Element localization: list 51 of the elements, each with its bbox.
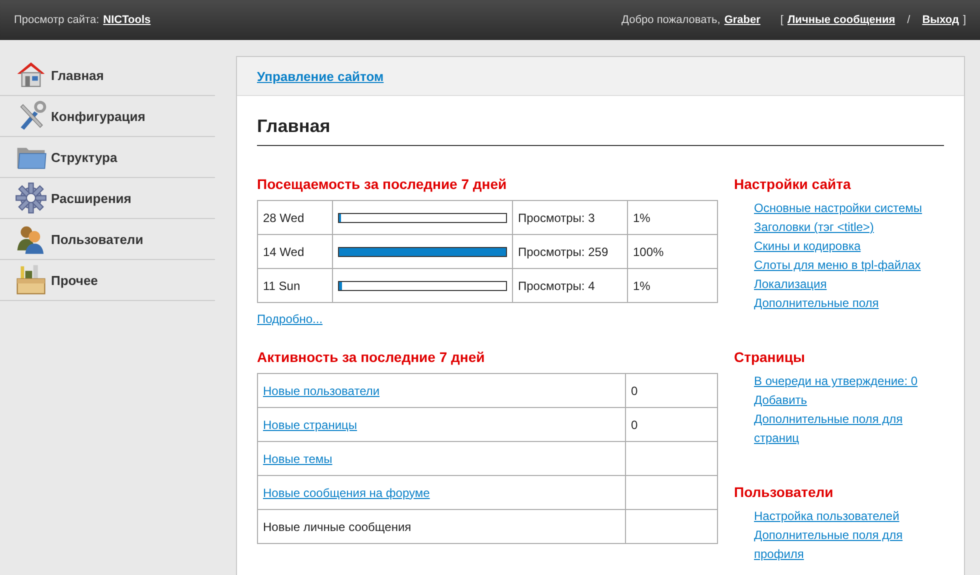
- welcome-text: Добро пожаловать,: [622, 14, 720, 26]
- section-heading: Страницы: [734, 349, 806, 365]
- site-link[interactable]: NICTools: [103, 14, 151, 26]
- bracket: [: [780, 14, 784, 26]
- settings-link[interactable]: Заголовки (тэг <title>): [754, 218, 939, 237]
- settings-link[interactable]: Дополнительные поля для страниц: [754, 410, 939, 448]
- sidebar-item[interactable]: Структура: [0, 137, 215, 178]
- activity-label: Новые личные сообщения: [263, 520, 412, 534]
- count-value: 0: [631, 418, 638, 432]
- details-link[interactable]: Подробно...: [257, 312, 323, 326]
- username-link[interactable]: Graber: [724, 14, 760, 26]
- table-cell: 1%: [628, 200, 718, 234]
- settings-link[interactable]: Локализация: [754, 275, 939, 294]
- settings-link[interactable]: Настройка пользователей: [754, 507, 939, 526]
- activity-link[interactable]: Новые страницы: [263, 418, 358, 432]
- section-heading: Настройки сайта: [734, 176, 852, 192]
- sidebar-item[interactable]: Прочее: [0, 260, 215, 301]
- breadcrumb-link[interactable]: Управление сайтом: [257, 68, 384, 84]
- settings-link[interactable]: Слоты для меню в tpl-файлах: [754, 256, 939, 275]
- table-cell: Просмотры: 259: [512, 234, 628, 268]
- section-heading: Пользователи: [734, 484, 834, 500]
- table-cell: 28 Wed: [258, 200, 332, 234]
- table-cell: Просмотры: 3: [512, 200, 628, 234]
- bracket: ]: [962, 14, 966, 26]
- table-cell: 1%: [628, 268, 718, 302]
- site-label: Просмотр сайта:: [14, 14, 100, 26]
- toolbox-icon: [15, 264, 47, 296]
- messages-link[interactable]: Личные сообщения: [787, 14, 896, 26]
- section-heading: Активность за последние 7 дней: [257, 349, 486, 365]
- settings-link[interactable]: Дополнительные поля: [754, 294, 939, 313]
- activity-link[interactable]: Новые темы: [263, 452, 332, 466]
- activity-link[interactable]: Новые пользователи: [263, 384, 380, 398]
- settings-link[interactable]: Скины и кодировка: [754, 237, 939, 256]
- activity-link[interactable]: Новые сообщения на форуме: [263, 486, 430, 500]
- logout-link[interactable]: Выход: [922, 14, 959, 26]
- count-value: 0: [631, 384, 638, 398]
- sidebar-item[interactable]: Главная: [0, 55, 215, 96]
- sidebar-item[interactable]: Конфигурация: [0, 96, 215, 137]
- page-title: Главная: [257, 116, 944, 146]
- table-cell: Просмотры: 4: [512, 268, 628, 302]
- sidebar-item[interactable]: Расширения: [0, 178, 215, 219]
- table-cell: 100%: [628, 234, 718, 268]
- settings-link[interactable]: Добавить: [754, 391, 939, 410]
- separator: /: [907, 14, 910, 26]
- table-cell: 11 Sun: [258, 268, 332, 302]
- settings-link[interactable]: Дополнительные поля для профиля: [754, 526, 939, 564]
- settings-link[interactable]: В очереди на утверждение: 0: [754, 372, 939, 391]
- section-heading: Посещаемость за последние 7 дней: [257, 176, 508, 192]
- table-cell: 14 Wed: [258, 234, 332, 268]
- settings-link[interactable]: Основные настройки системы: [754, 199, 939, 218]
- sidebar-item[interactable]: Пользователи: [0, 219, 215, 260]
